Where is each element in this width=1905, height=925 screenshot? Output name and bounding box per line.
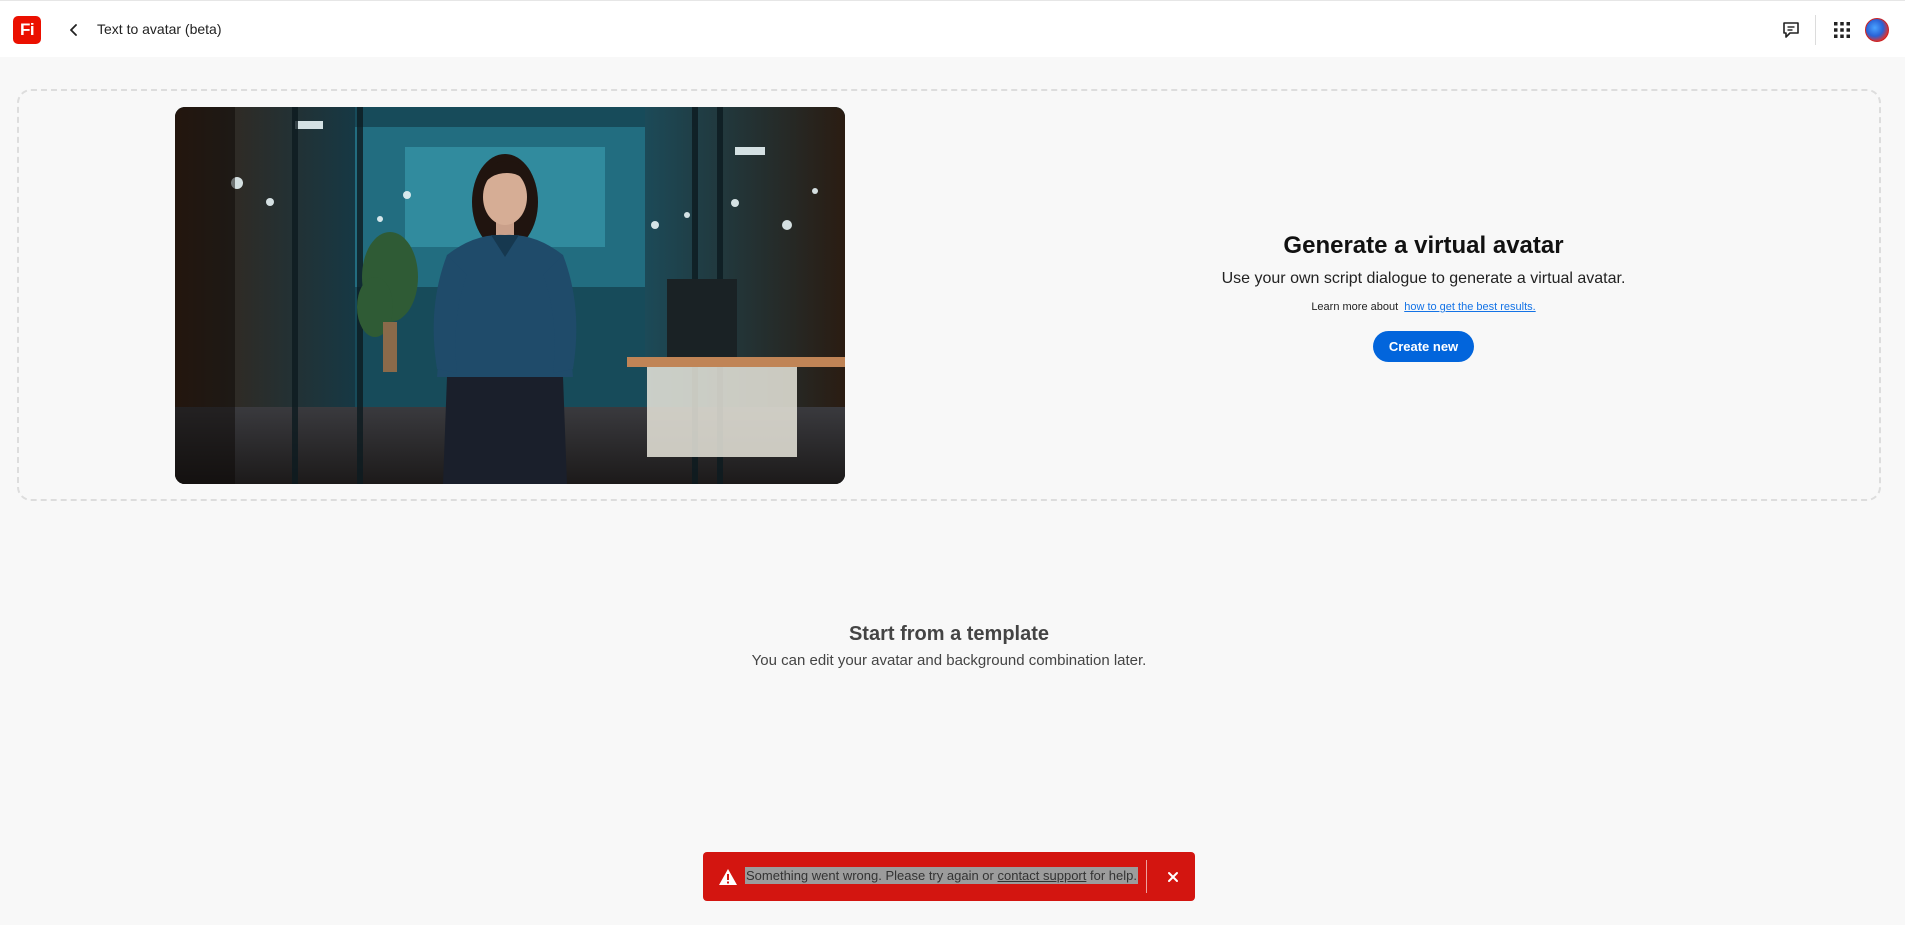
back-button[interactable]: [62, 18, 86, 42]
create-new-button[interactable]: Create new: [1372, 331, 1475, 362]
learn-more-text: Learn more about how to get the best res…: [1180, 301, 1667, 313]
hero-title: Generate a virtual avatar: [1283, 232, 1564, 259]
app-logo-text: Fi: [19, 20, 35, 39]
warning-icon: [719, 869, 737, 885]
apps-grid-icon: [1834, 22, 1850, 38]
header-divider: [1815, 15, 1816, 45]
toast-message-prefix: Something went wrong. Please try again o…: [746, 868, 994, 883]
error-toast: Something went wrong. Please try again o…: [703, 852, 1195, 901]
toast-message: Something went wrong. Please try again o…: [745, 867, 1138, 884]
feedback-button[interactable]: [1778, 17, 1804, 43]
toast-message-suffix: for help.: [1090, 868, 1137, 883]
user-avatar[interactable]: [1865, 18, 1889, 42]
best-results-link[interactable]: how to get the best results.: [1404, 301, 1535, 313]
contact-support-link[interactable]: contact support: [997, 868, 1086, 883]
page-title: Text to avatar (beta): [97, 21, 222, 37]
learn-more-prefix: Learn more about: [1311, 301, 1399, 313]
avatar-preview-image: [175, 107, 845, 484]
feedback-icon: [1783, 22, 1799, 38]
templates-title: Start from a template: [848, 623, 1050, 645]
hero-subtitle: Use your own script dialogue to generate…: [1221, 270, 1626, 287]
close-icon: [1168, 872, 1178, 882]
toast-close-button[interactable]: [1161, 865, 1185, 889]
app-logo[interactable]: Fi: [13, 16, 41, 44]
apps-button[interactable]: [1829, 17, 1855, 43]
toast-divider: [1146, 860, 1147, 893]
hero-content: Generate a virtual avatar Use your own s…: [1180, 232, 1667, 362]
top-bar: Fi Text to avatar (beta): [0, 0, 1905, 57]
chevron-left-icon: [70, 24, 77, 36]
templates-subtitle: You can edit your avatar and background …: [751, 652, 1147, 669]
